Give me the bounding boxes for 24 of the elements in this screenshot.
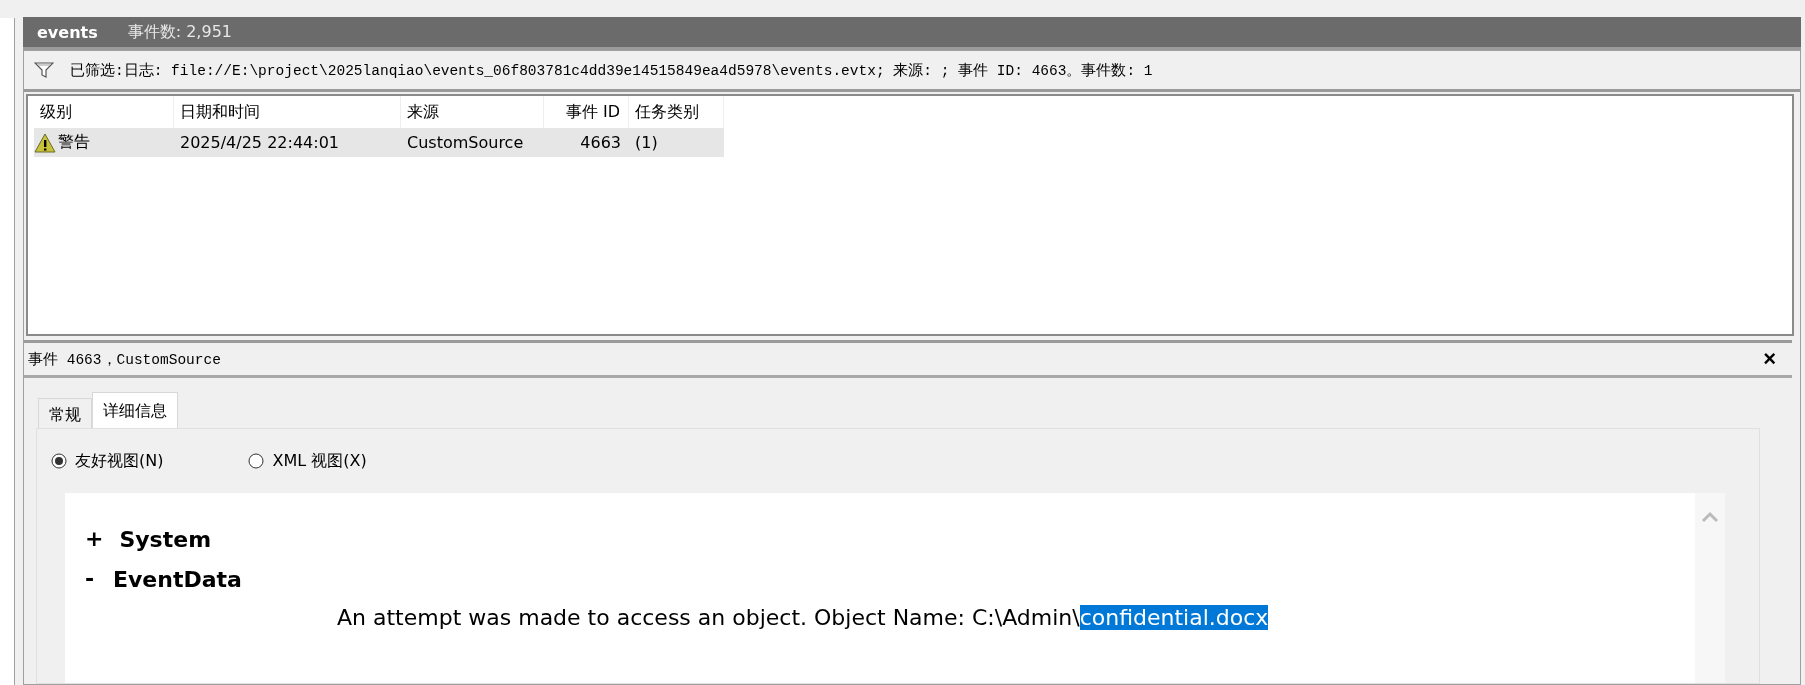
- event-detail-title: 事件 4663，CustomSource: [28, 350, 221, 369]
- event-count: 事件数: 2,951: [127, 21, 232, 43]
- event-row[interactable]: 警告 2025/4/25 22:44:01 CustomSource 4663 (1): [34, 128, 724, 157]
- log-title: events: [37, 22, 98, 42]
- table-cell: (1): [635, 133, 658, 152]
- table-cell: 警告: [58, 132, 90, 153]
- tree-node[interactable]: System: [119, 526, 212, 552]
- warning-icon: [34, 132, 56, 153]
- tab[interactable]: 详细信息: [92, 392, 178, 428]
- table-cell: 4663: [580, 133, 621, 152]
- expand-toggle[interactable]: -: [85, 568, 97, 590]
- close-button[interactable]: ×: [1761, 348, 1778, 370]
- scroll-up-icon[interactable]: [1701, 511, 1719, 523]
- filter-icon: [34, 61, 54, 79]
- view-radio[interactable]: XML 视图(X): [248, 447, 367, 475]
- table-cell: 2025/4/25 22:44:01: [180, 133, 339, 152]
- expand-toggle[interactable]: +: [85, 528, 104, 550]
- scrollbar[interactable]: [1695, 493, 1725, 683]
- filter-description: 已筛选:日志: file://E:\project\2025lanqiao\events_06f803781c4dd39e14515849ea4d5978\events.evtx; 来源: ; 事件 ID: 4663。事件数: 1: [70, 61, 1153, 80]
- table-cell: CustomSource: [407, 133, 524, 152]
- tree-node[interactable]: EventData: [113, 566, 242, 592]
- view-radio[interactable]: 友好视图(N): [51, 447, 164, 475]
- event-message: An attempt was made to access an object. Object Name: C:\Admin\: [337, 604, 1080, 630]
- tab[interactable]: 常规: [38, 398, 92, 428]
